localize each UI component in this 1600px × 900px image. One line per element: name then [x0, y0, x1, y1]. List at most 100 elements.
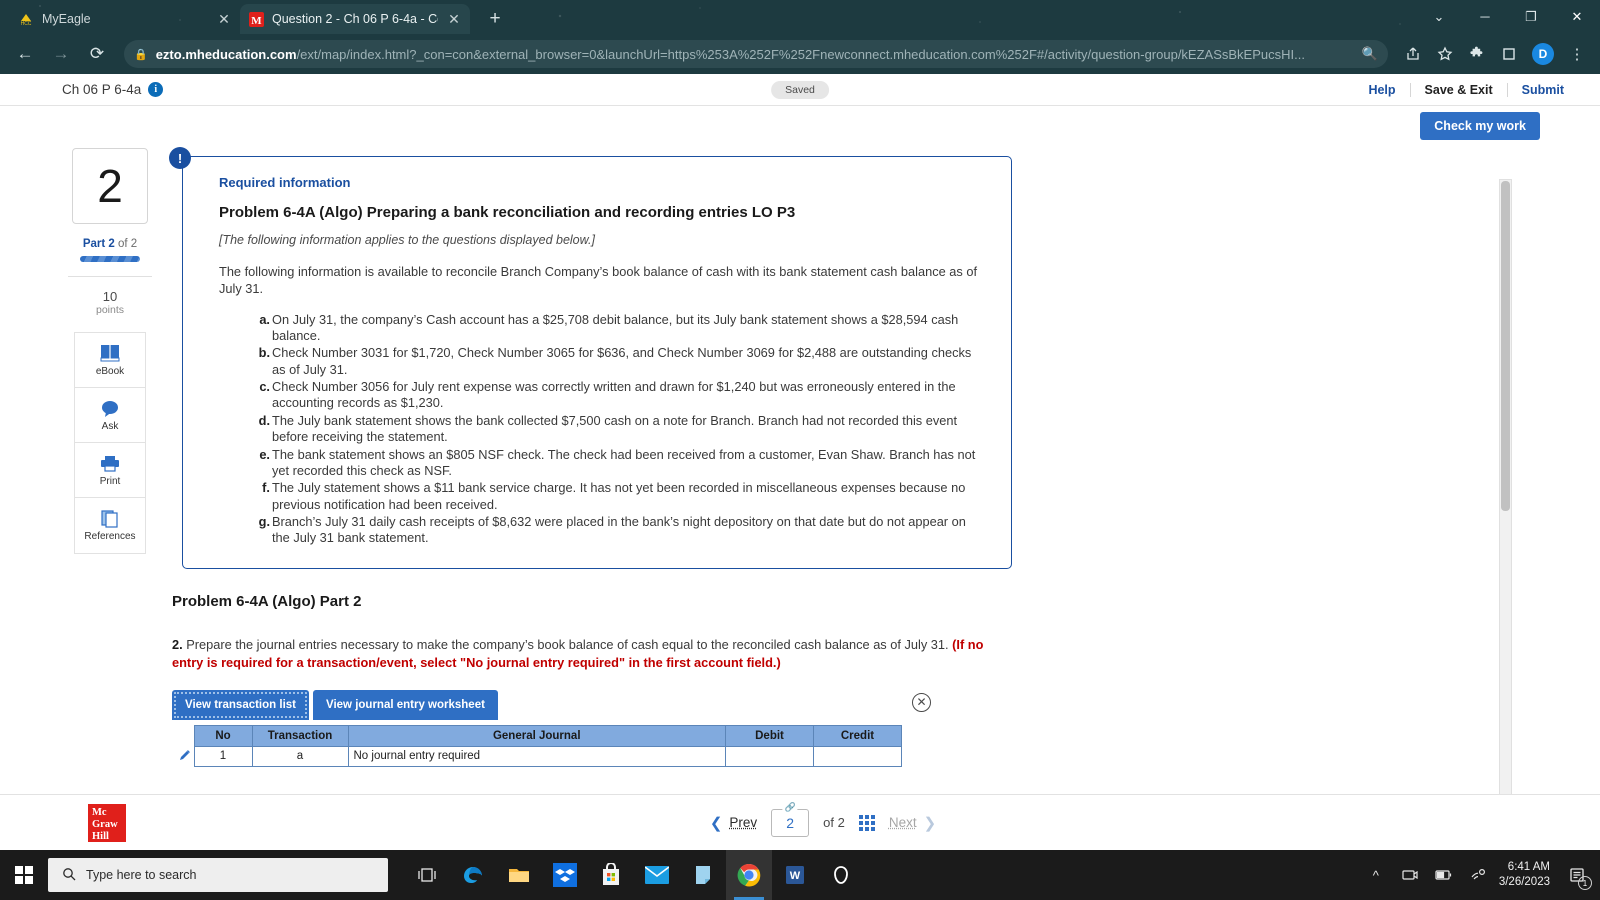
- list-item: c. Check Number 3056 for July rent expens…: [255, 379, 987, 412]
- collections-icon[interactable]: [1494, 39, 1524, 69]
- page-number-input[interactable]: 2: [771, 808, 810, 837]
- close-icon[interactable]: ✕: [216, 11, 232, 28]
- chevron-up-icon[interactable]: ^: [1359, 850, 1393, 900]
- sidebar-item-print[interactable]: Print: [75, 443, 145, 498]
- share-icon[interactable]: [1398, 39, 1428, 69]
- chrome-icon[interactable]: [726, 850, 772, 900]
- close-icon[interactable]: ✕: [446, 11, 462, 28]
- browser-tab-myeagle[interactable]: HCC MyEagle ✕: [10, 4, 240, 34]
- table-header-transaction: Transaction: [251, 724, 349, 747]
- new-tab-button[interactable]: +: [482, 8, 508, 30]
- start-button[interactable]: [0, 850, 48, 900]
- overleaf-icon[interactable]: [818, 850, 864, 900]
- maximize-button[interactable]: ❐: [1508, 0, 1554, 34]
- facts-list: a. On July 31, the company’s Cash account…: [255, 312, 987, 547]
- info-icon[interactable]: i: [148, 82, 164, 97]
- taskbar-apps: W: [404, 850, 864, 900]
- save-exit-link[interactable]: Save & Exit: [1409, 82, 1507, 97]
- file-explorer-icon[interactable]: [496, 850, 542, 900]
- list-item-letter: f.: [262, 480, 270, 496]
- hcc-icon: HCC: [18, 11, 34, 27]
- list-item-text: Check Number 3056 for July rent expense …: [272, 379, 956, 411]
- zoom-out-icon[interactable]: 🔍: [1362, 46, 1378, 62]
- tab-search-chevron-icon[interactable]: ⌄: [1416, 0, 1462, 34]
- address-bar[interactable]: 🔒 ezto.mheducation.com/ext/map/index.htm…: [124, 40, 1388, 68]
- sticky-notes-icon[interactable]: [680, 850, 726, 900]
- back-button[interactable]: ←: [8, 39, 42, 69]
- minimize-button[interactable]: ─: [1462, 0, 1508, 34]
- tab-view-journal-entry-worksheet[interactable]: View journal entry worksheet: [313, 689, 498, 720]
- sidebar-item-label: Ask: [101, 420, 119, 432]
- part-total: of 2: [114, 238, 138, 250]
- page-body: 2 Part 2 of 2 10 points eBook Ask Print …: [0, 144, 1600, 767]
- points-block: 10 points: [62, 289, 158, 316]
- reload-button[interactable]: ⟳: [80, 39, 114, 69]
- network-icon[interactable]: [1461, 850, 1495, 900]
- list-item-text: The bank statement shows an $805 NSF che…: [272, 446, 976, 478]
- submit-link[interactable]: Submit: [1506, 82, 1578, 97]
- task-view-icon[interactable]: [404, 850, 450, 900]
- cell-general-journal[interactable]: No journal entry required: [347, 745, 726, 767]
- mail-icon[interactable]: [634, 850, 680, 900]
- list-item-letter: d.: [258, 412, 270, 428]
- sidebar-item-ask[interactable]: Ask: [75, 388, 145, 443]
- window-close-button[interactable]: ✕: [1554, 0, 1600, 34]
- svg-text:W: W: [790, 870, 801, 882]
- sidebar-item-ebook[interactable]: eBook: [75, 333, 145, 388]
- dropbox-icon[interactable]: [542, 850, 588, 900]
- notification-count: 1: [1578, 876, 1592, 890]
- table-header-blank: [172, 725, 194, 746]
- battery-icon[interactable]: [1427, 850, 1461, 900]
- mcgraw-m-icon: M: [248, 11, 264, 27]
- part-current: Part 2: [82, 238, 115, 250]
- notification-icon[interactable]: 1: [1560, 850, 1594, 900]
- list-item-text: Branch’s July 31 daily cash receipts of …: [272, 514, 966, 546]
- pencil-icon[interactable]: [172, 746, 194, 766]
- edge-icon[interactable]: [450, 850, 496, 900]
- taskbar-search-input[interactable]: Type here to search: [48, 858, 388, 892]
- question-number: 2: [72, 148, 148, 224]
- list-item-text: The July bank statement shows the bank c…: [272, 412, 958, 445]
- prev-button[interactable]: ❮ Prev: [710, 814, 757, 832]
- menu-icon[interactable]: ⋮: [1562, 39, 1592, 69]
- points-value: 10: [102, 289, 118, 304]
- browser-tab-question[interactable]: M Question 2 - Ch 06 P 6-4a - Conn ✕: [240, 4, 470, 34]
- problem-title: Problem 6-4A (Algo) Preparing a bank rec…: [219, 204, 796, 221]
- star-icon[interactable]: [1430, 39, 1460, 69]
- word-icon[interactable]: W: [772, 850, 818, 900]
- table-row[interactable]: 1 a No journal entry required: [172, 745, 902, 767]
- list-item-text: On July 31, the company’s Cash account h…: [272, 311, 959, 343]
- close-icon[interactable]: ✕: [912, 692, 931, 712]
- help-link[interactable]: Help: [1354, 83, 1409, 97]
- next-button[interactable]: Next ❯: [889, 814, 936, 832]
- tab-view-transaction-list[interactable]: View transaction list: [172, 689, 309, 720]
- camera-icon[interactable]: [1393, 850, 1427, 900]
- extensions-icon[interactable]: [1462, 39, 1492, 69]
- profile-avatar[interactable]: D: [1532, 43, 1554, 65]
- pages-icon: [99, 509, 121, 528]
- cell-debit[interactable]: [725, 745, 814, 767]
- content-scrollbar[interactable]: ▲ ▼: [1499, 179, 1512, 844]
- requirement-number: 2.: [172, 636, 183, 652]
- sidebar-item-references[interactable]: References: [75, 498, 145, 553]
- logo-line-3: Hill: [92, 830, 109, 842]
- page-input-wrap: 🔗 2: [771, 801, 810, 837]
- question-content: ! Required information Problem 6-4A (Alg…: [158, 144, 1600, 767]
- url-host: ezto.mheducation.com: [155, 46, 297, 62]
- check-my-work-button[interactable]: Check my work: [1420, 112, 1540, 140]
- microsoft-store-icon[interactable]: [588, 850, 634, 900]
- forward-button[interactable]: →: [44, 39, 78, 69]
- taskbar-clock[interactable]: 6:41 AM 3/26/2023: [1495, 860, 1560, 890]
- table-header-general-journal: General Journal: [347, 724, 726, 747]
- chevron-right-icon: ❯: [923, 814, 937, 832]
- grid-icon[interactable]: [858, 814, 875, 831]
- list-item-letter: e.: [259, 446, 270, 462]
- chevron-left-icon: ❮: [709, 814, 723, 832]
- cell-transaction[interactable]: a: [251, 745, 349, 767]
- scrollbar-thumb[interactable]: [1501, 181, 1510, 511]
- cell-no[interactable]: 1: [193, 745, 253, 767]
- taskbar-search-placeholder: Type here to search: [86, 868, 197, 882]
- question-sidebar: 2 Part 2 of 2 10 points eBook Ask Print …: [62, 144, 158, 767]
- list-item-text: Check Number 3031 for $1,720, Check Numb…: [272, 345, 972, 377]
- cell-credit[interactable]: [813, 745, 902, 767]
